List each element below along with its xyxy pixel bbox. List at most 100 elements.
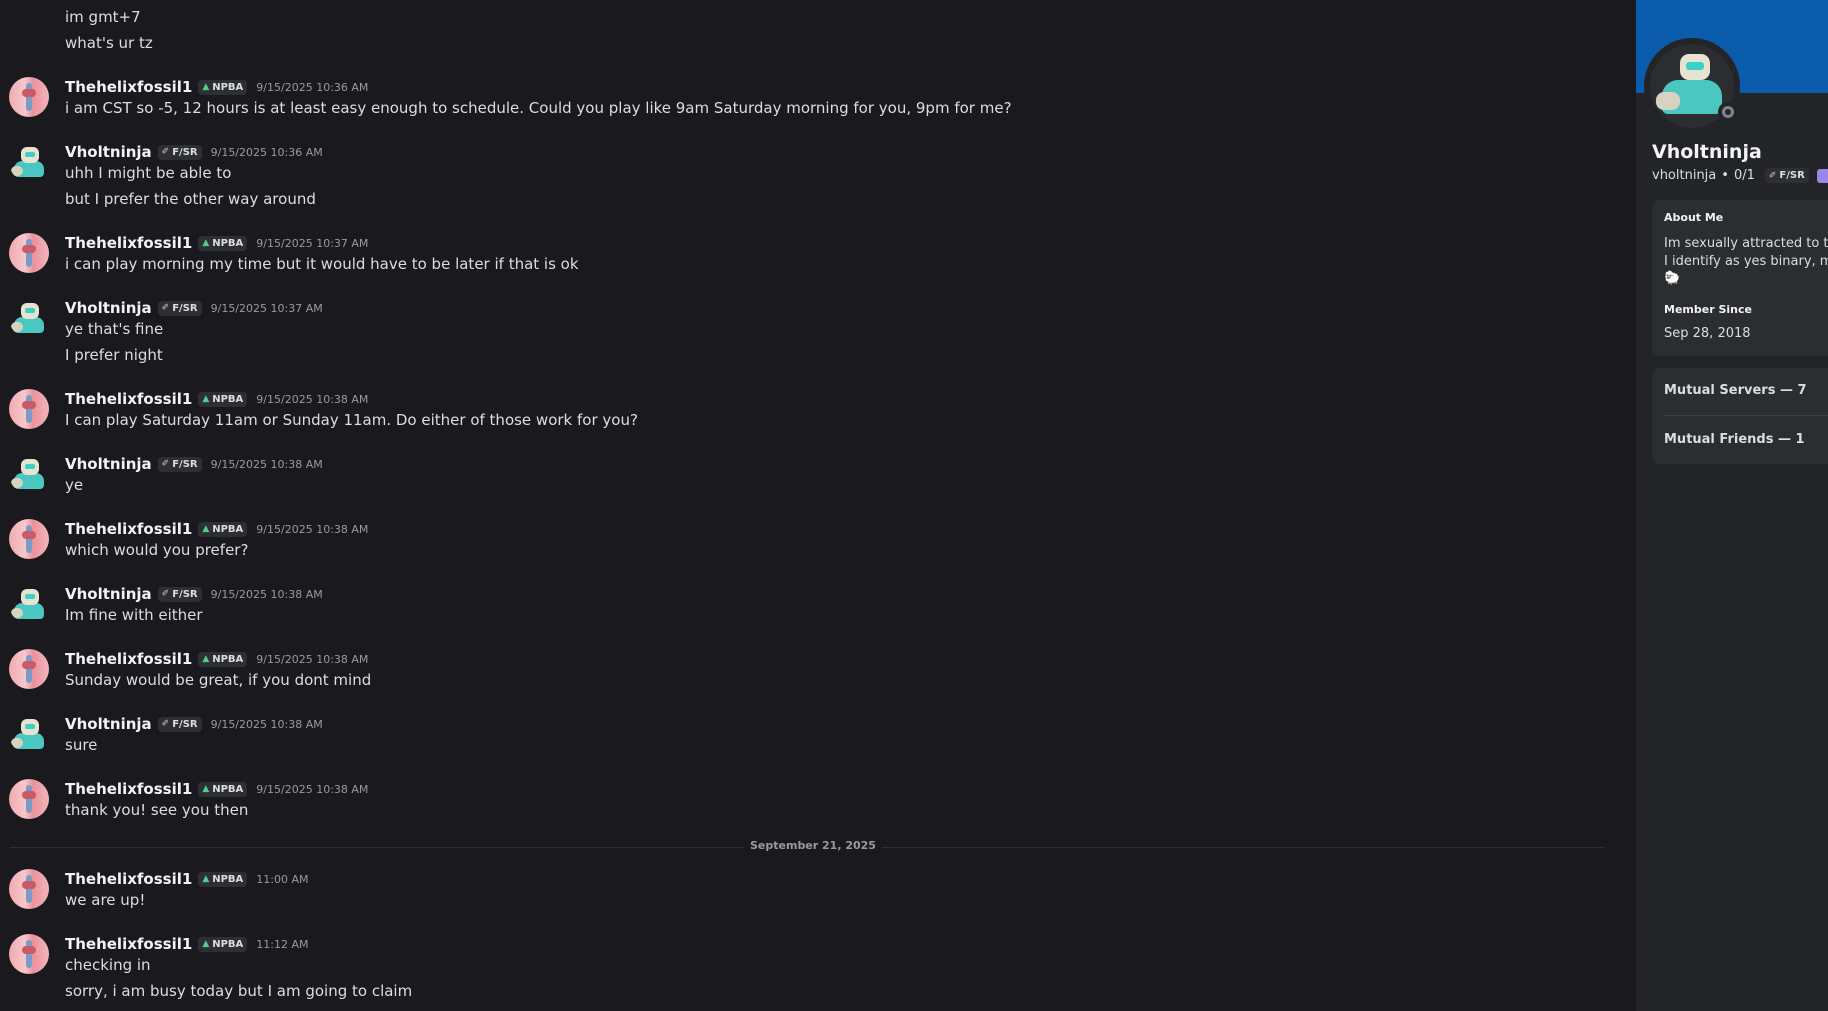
server-tag[interactable]: ▲ NPBA [198, 391, 248, 407]
message-line: checking in [65, 956, 151, 974]
chat-messages: im gmt+7 what's ur tz Thehelixfossil1 ▲ N… [0, 0, 1636, 1011]
avatar[interactable] [9, 233, 49, 273]
server-tag[interactable]: ✐ F/SR [157, 144, 202, 160]
server-tag[interactable]: ✐ F/SR [157, 586, 202, 602]
username[interactable]: Thehelixfossil1 [65, 234, 192, 252]
timestamp: 9/15/2025 10:38 AM [256, 392, 369, 406]
server-tag[interactable]: ▲ NPBA [198, 235, 248, 251]
timestamp: 11:12 AM [256, 937, 309, 951]
username[interactable]: Thehelixfossil1 [65, 390, 192, 408]
username[interactable]: Thehelixfossil1 [65, 935, 192, 953]
message-line: sure [65, 736, 98, 754]
avatar[interactable] [9, 454, 49, 494]
timestamp: 9/15/2025 10:38 AM [210, 457, 323, 471]
message-line: Im fine with either [65, 606, 203, 624]
timestamp: 9/15/2025 10:38 AM [256, 782, 369, 796]
about-me-text: Im sexually attracted to the [1664, 236, 1828, 251]
message-line: ye that's fine [65, 320, 164, 338]
server-tag[interactable]: ▲ NPBA [198, 781, 248, 797]
avatar[interactable] [9, 714, 49, 754]
server-tag[interactable]: ▲ NPBA [198, 521, 248, 537]
leaf-icon: ▲ [202, 238, 210, 248]
timestamp: 9/15/2025 10:38 AM [256, 522, 369, 536]
mutuals-card: Mutual Servers — 7 Mutual Friends — 1 [1652, 368, 1828, 464]
sword-icon: ✐ [1768, 170, 1777, 181]
server-tag[interactable]: ✐ F/SR [157, 716, 202, 732]
server-tag[interactable]: ▲ NPBA [198, 651, 248, 667]
leaf-icon: ▲ [202, 394, 210, 404]
server-tag[interactable]: ▲ NPBA [198, 79, 248, 95]
leaf-icon: ▲ [202, 939, 210, 949]
message-line: Sunday would be great, if you dont mind [65, 671, 372, 689]
sword-icon: ✐ [161, 303, 170, 313]
message-line: I prefer night [65, 346, 163, 364]
nitro-badge-icon[interactable] [1816, 168, 1828, 183]
server-tag[interactable]: ✐ F/SR [1764, 168, 1809, 183]
message-line: sorry, i am busy today but I am going to… [65, 982, 413, 1000]
message-line: which would you prefer? [65, 541, 249, 559]
sword-icon: ✐ [161, 147, 170, 157]
message-header: Thehelixfossil1 ▲ NPBA 9/15/2025 10:37 AM [65, 234, 368, 252]
sword-icon: ✐ [161, 719, 170, 729]
username[interactable]: Thehelixfossil1 [65, 78, 192, 96]
timestamp: 9/15/2025 10:36 AM [256, 80, 369, 94]
message-line: I can play Saturday 11am or Sunday 11am.… [65, 411, 638, 429]
sword-icon: ✐ [161, 589, 170, 599]
about-me-card: About Me Im sexually attracted to the I … [1652, 200, 1828, 356]
avatar[interactable] [9, 779, 49, 819]
message-header: Vholtninja ✐ F/SR 9/15/2025 10:38 AM [65, 585, 323, 603]
sheep-emoji: 🐑 [1664, 271, 1681, 286]
server-tag[interactable]: ▲ NPBA [198, 871, 248, 887]
avatar[interactable] [9, 934, 49, 974]
avatar[interactable] [9, 77, 49, 117]
profile-username-row: vholtninja • 0/1 ✐ F/SR [1652, 168, 1828, 183]
timestamp: 9/15/2025 10:37 AM [256, 236, 369, 250]
avatar[interactable] [9, 389, 49, 429]
username[interactable]: Vholtninja [65, 299, 152, 317]
server-tag[interactable]: ✐ F/SR [157, 456, 202, 472]
server-tag[interactable]: ▲ NPBA [198, 936, 248, 952]
message-line: what's ur tz [65, 34, 153, 52]
avatar[interactable] [9, 142, 49, 182]
message-header: Vholtninja ✐ F/SR 9/15/2025 10:37 AM [65, 299, 323, 317]
avatar[interactable] [9, 869, 49, 909]
message-line: im gmt+7 [65, 8, 141, 26]
leaf-icon: ▲ [202, 784, 210, 794]
username[interactable]: Thehelixfossil1 [65, 870, 192, 888]
username[interactable]: Vholtninja [65, 455, 152, 473]
avatar[interactable] [9, 298, 49, 338]
avatar[interactable] [9, 584, 49, 624]
username[interactable]: Thehelixfossil1 [65, 780, 192, 798]
mutual-friends-row[interactable]: Mutual Friends — 1 [1664, 432, 1805, 447]
member-since-date: Sep 28, 2018 [1664, 326, 1751, 341]
mutual-servers-row[interactable]: Mutual Servers — 7 [1664, 383, 1807, 398]
leaf-icon: ▲ [202, 654, 210, 664]
about-me-text: I identify as yes binary, my p [1664, 254, 1828, 269]
profile-pronouns: 0/1 [1733, 168, 1755, 183]
avatar[interactable] [9, 649, 49, 689]
profile-display-name: Vholtninja [1652, 141, 1762, 163]
timestamp: 11:00 AM [256, 872, 309, 886]
server-tag[interactable]: ✐ F/SR [157, 300, 202, 316]
username[interactable]: Vholtninja [65, 715, 152, 733]
message-header: Vholtninja ✐ F/SR 9/15/2025 10:38 AM [65, 455, 323, 473]
username[interactable]: Vholtninja [65, 585, 152, 603]
message-line: i am CST so -5, 12 hours is at least eas… [65, 99, 1012, 117]
sword-icon: ✐ [161, 459, 170, 469]
profile-username: vholtninja [1652, 168, 1717, 183]
date-divider-label: September 21, 2025 [744, 839, 882, 852]
username[interactable]: Vholtninja [65, 143, 152, 161]
username[interactable]: Thehelixfossil1 [65, 520, 192, 538]
username[interactable]: Thehelixfossil1 [65, 650, 192, 668]
timestamp: 9/15/2025 10:37 AM [210, 301, 323, 315]
message-line: i can play morning my time but it would … [65, 255, 579, 273]
message-header: Thehelixfossil1 ▲ NPBA 9/15/2025 10:38 AM [65, 650, 368, 668]
about-me-heading: About Me [1664, 211, 1724, 224]
message-header: Vholtninja ✐ F/SR 9/15/2025 10:36 AM [65, 143, 323, 161]
avatar[interactable] [9, 519, 49, 559]
timestamp: 9/15/2025 10:38 AM [210, 717, 323, 731]
member-since-heading: Member Since [1664, 303, 1752, 316]
message-header: Thehelixfossil1 ▲ NPBA 11:00 AM [65, 870, 309, 888]
divider [1664, 415, 1828, 416]
message-line: uhh I might be able to [65, 164, 232, 182]
